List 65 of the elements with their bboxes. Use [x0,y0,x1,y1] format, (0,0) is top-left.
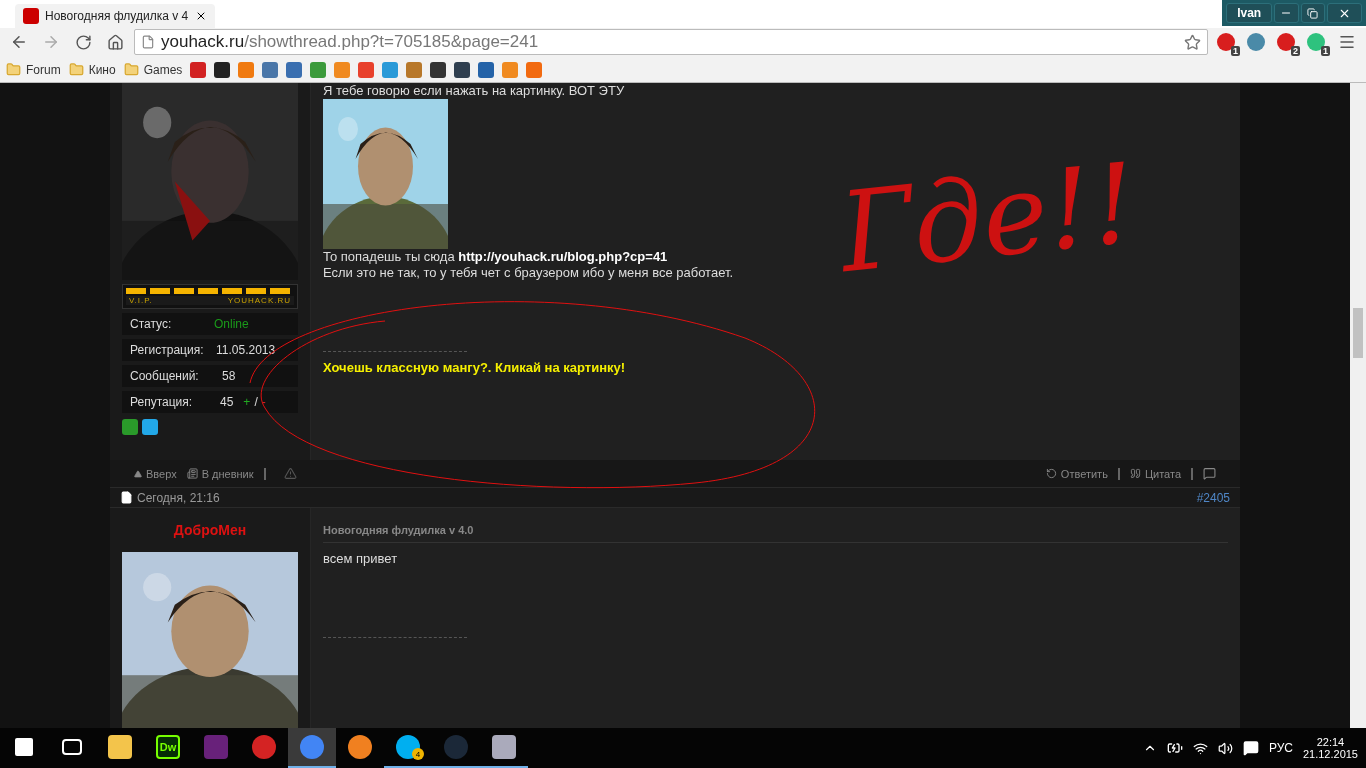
handwritten-note: Где!! [835,147,1141,289]
browser-tab[interactable]: Новогодняя флудилка v 4 [15,3,215,28]
stat-label: Статус: [130,317,173,331]
post-text: Я тебе говорю если нажать на картинку. ВОТ ЭТУ [323,83,626,99]
stat-value: 58 [222,369,236,383]
language-indicator[interactable]: РУС [1268,741,1293,755]
bookmark-icon[interactable] [214,61,231,78]
folder-icon [6,62,21,78]
stat-value: 11.05.2013 [216,343,276,357]
folder-icon [68,62,84,78]
multiquote-icon[interactable] [1203,467,1216,480]
wifi-icon[interactable] [1192,740,1208,756]
quote-icon [1129,468,1141,479]
bookmark-folder[interactable]: Кино [68,62,116,78]
post-title: Новогодняя флудилка v 4.0 [323,508,1228,543]
clock[interactable]: 22:14 21.12.2015 [1302,736,1358,760]
stat-label: Сообщений: [130,369,200,383]
notifications-icon[interactable] [1242,740,1259,756]
post-text: То попадешь ты сюда http://youhack.ru/blog.php?cp=41 [323,249,669,265]
close-button[interactable] [1326,3,1362,23]
blog-link[interactable]: http://youhack.ru/blog.php?cp=41 [458,249,668,264]
taskbar-app[interactable]: 4 [384,728,432,768]
stat-label: Регистрация: [130,343,205,357]
slash-text: / [254,395,258,409]
post-number-link[interactable]: #2405 [1196,490,1230,505]
minus-link[interactable]: - [261,395,266,409]
scrollbar[interactable] [1350,83,1366,728]
footer-link[interactable]: Вверх [134,467,177,480]
folder-icon [123,62,139,78]
bookmark-folder[interactable]: Games [123,62,183,78]
post-text: Если это не так, то у тебя чет с браузером ибо у меня все работает. [323,265,735,281]
footer-link[interactable]: В дневник [186,467,254,480]
profile-button[interactable]: Ivan [1226,3,1273,23]
address-bar[interactable]: youhack.ru/showthread.php?t=705185&page=241 [134,29,1208,56]
vip-label: V.I.P. [129,296,153,305]
url-text: youhack.ru/showthread.php?t=705185&page=241 [161,32,539,53]
bookmark-icon[interactable] [454,61,471,78]
taskbar-app[interactable]: Dw [144,728,192,768]
site-label: YOUHACK.RU [227,296,291,305]
post-date: Сегодня, 21:16 [137,490,220,505]
post-text: всем привет [323,551,399,567]
page-icon [141,35,155,50]
document-icon [120,491,133,504]
minimize-button[interactable] [1274,3,1299,23]
signature-text: Хочешь классную мангу?. Кликай на картинку! [323,360,627,375]
plus-link[interactable]: + [243,395,251,409]
stat-label: Репутация: [130,395,194,409]
reload-icon[interactable] [74,33,92,51]
stat-value: 45 [220,395,234,409]
warning-icon[interactable] [283,467,297,480]
battery-icon[interactable] [1166,740,1183,756]
reply-icon [1045,468,1057,479]
stat-value: Online [214,317,249,331]
restore-button[interactable] [1300,3,1325,23]
restore-icon [1307,7,1319,19]
up-arrow-icon [134,469,142,478]
bookmark-icon[interactable] [430,61,447,78]
footer-link[interactable]: Цитата [1129,467,1181,480]
bookmark-folder[interactable]: Forum [6,62,61,78]
star-icon[interactable] [1184,33,1201,51]
volume-icon[interactable] [1217,740,1233,756]
site-logo-icon [23,7,39,24]
footer-link[interactable]: Ответить [1045,467,1108,480]
home-icon[interactable] [106,33,124,51]
taskbar-app[interactable] [288,728,336,768]
